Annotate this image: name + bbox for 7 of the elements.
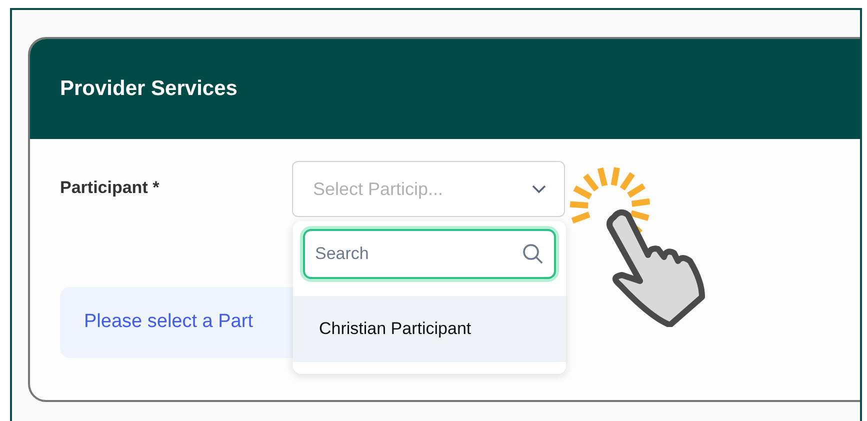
search-field[interactable]: Search [303,229,556,279]
card-title: Provider Services [60,76,238,102]
search-icon [522,243,544,265]
field-label: Participant * [60,177,160,199]
notice-text: Please select a Part [84,310,253,334]
dropdown-option[interactable]: Christian Participant [293,296,566,362]
chevron-down-icon [532,184,546,194]
